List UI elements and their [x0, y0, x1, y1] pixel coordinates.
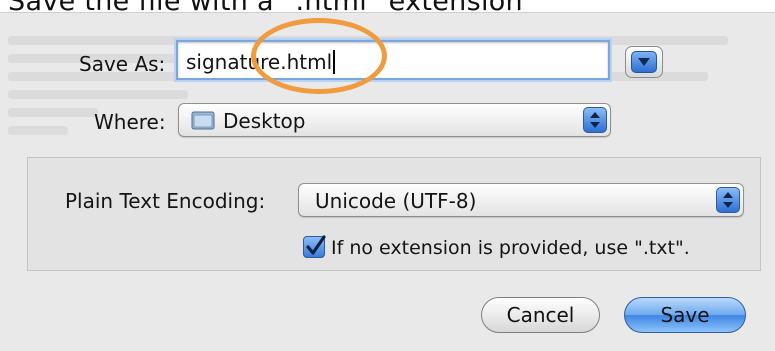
save-button[interactable]: Save — [624, 297, 746, 333]
chevron-down-icon — [631, 51, 657, 73]
save-as-label: Save As: — [79, 52, 166, 76]
checkmark-icon — [306, 235, 326, 255]
up-down-arrows-icon — [716, 187, 740, 213]
encoding-label: Plain Text Encoding: — [65, 189, 266, 213]
cancel-button[interactable]: Cancel — [481, 297, 600, 333]
up-down-arrows-icon — [583, 107, 607, 133]
text-caret — [333, 50, 336, 74]
expand-dialog-button[interactable] — [625, 46, 663, 78]
extension-checkbox[interactable] — [303, 235, 326, 258]
filename-value: signature.html — [186, 50, 333, 74]
where-value: Desktop — [223, 109, 306, 133]
where-popup[interactable]: Desktop — [178, 103, 611, 137]
encoding-value: Unicode (UTF-8) — [315, 189, 477, 213]
page: Save the file with a ".html" extension S… — [0, 0, 775, 351]
encoding-popup[interactable]: Unicode (UTF-8) — [298, 183, 744, 217]
folder-icon — [191, 111, 215, 130]
where-label: Where: — [94, 110, 166, 134]
filename-input[interactable]: signature.html — [176, 40, 610, 80]
extension-checkbox-label[interactable]: If no extension is provided, use ".txt". — [331, 237, 690, 259]
